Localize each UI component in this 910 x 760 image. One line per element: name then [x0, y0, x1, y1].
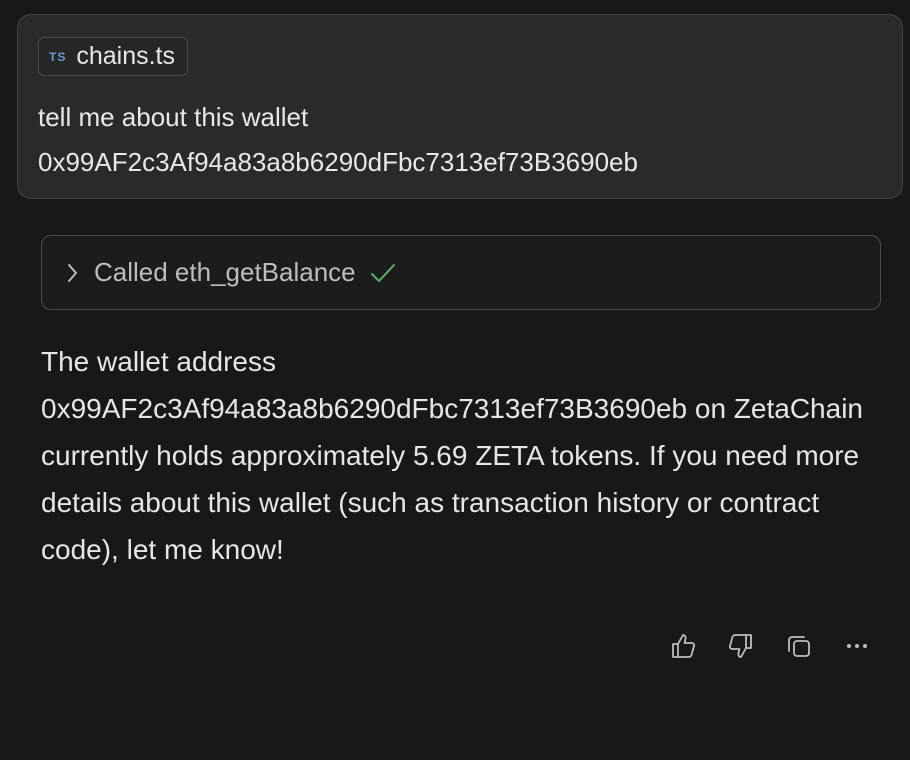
more-options-icon — [847, 644, 867, 648]
file-attachment-chip[interactable]: TS chains.ts — [38, 37, 189, 76]
chevron-right-icon — [68, 263, 77, 282]
typescript-file-icon: TS — [49, 49, 67, 64]
checkmark-icon — [370, 263, 395, 282]
more-options-button[interactable] — [840, 628, 874, 664]
tool-call-row[interactable]: Called eth_getBalance — [41, 235, 881, 310]
assistant-response-text: The wallet address 0x99AF2c3Af94a83a8b62… — [41, 346, 863, 565]
user-message: TS chains.ts tell me about this wallet 0… — [17, 14, 903, 199]
copy-icon — [788, 636, 810, 657]
attachment-filename: chains.ts — [76, 42, 176, 70]
message-actions — [666, 628, 874, 664]
thumbs-up-icon — [672, 634, 696, 658]
thumbs-up-button[interactable] — [666, 628, 700, 664]
thumbs-down-icon — [728, 634, 752, 658]
tool-call-label: Called eth_getBalance — [94, 257, 356, 287]
thumbs-down-button[interactable] — [724, 628, 758, 664]
user-message-text: tell me about this wallet 0x99AF2c3Af94a… — [38, 102, 638, 177]
copy-button[interactable] — [782, 628, 816, 664]
